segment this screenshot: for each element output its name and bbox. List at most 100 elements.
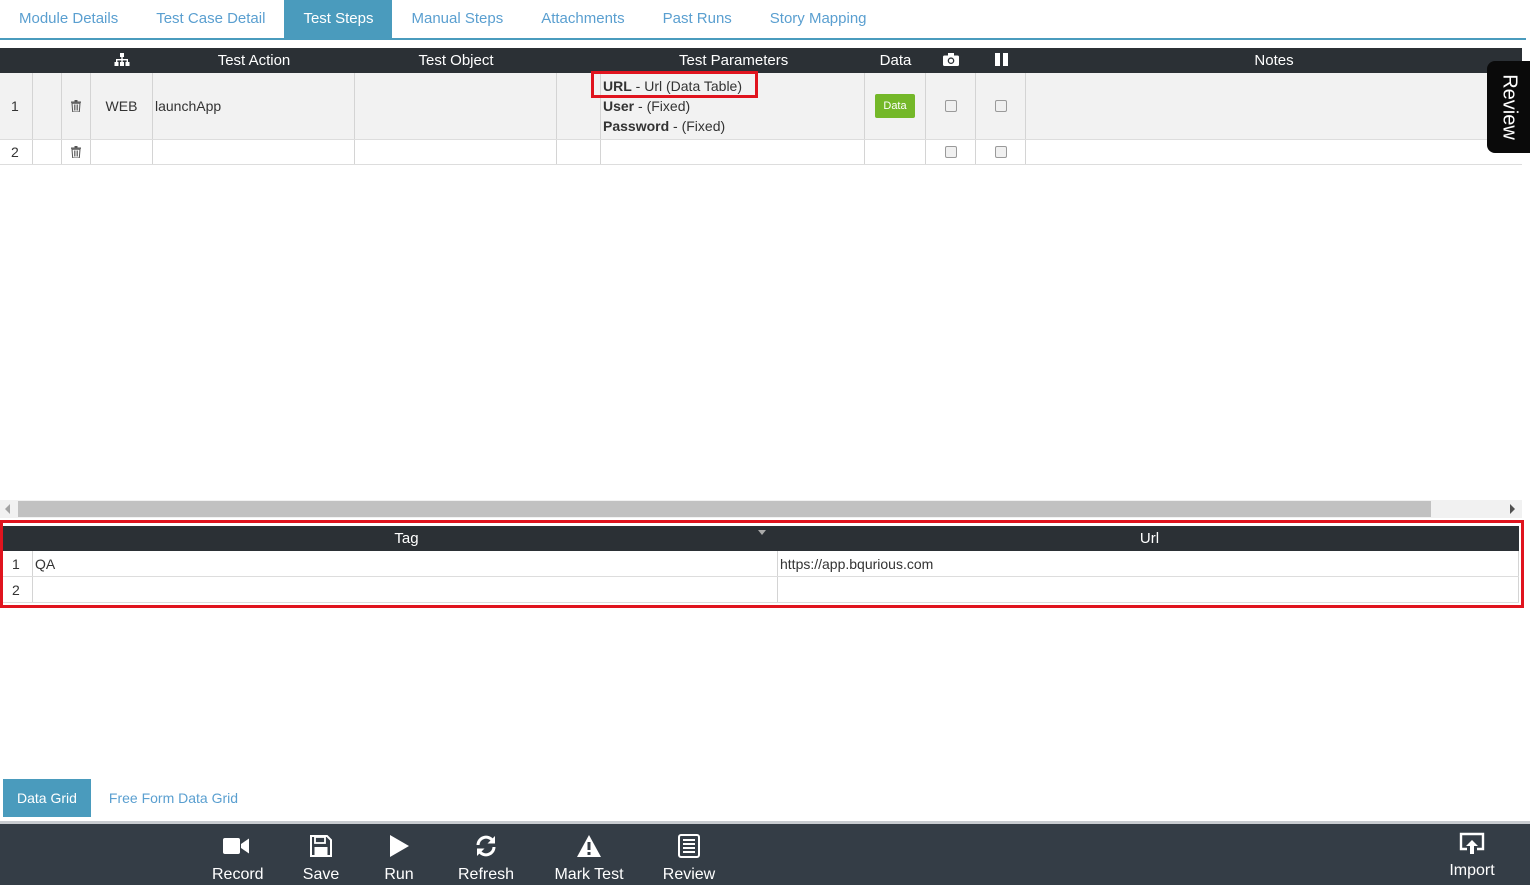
param-password[interactable]: Password - (Fixed): [603, 118, 725, 134]
video-camera-icon: [223, 838, 249, 854]
run-button[interactable]: Run: [382, 832, 416, 884]
pause-cell: [976, 73, 1026, 139]
tab-manual-steps[interactable]: Manual Steps: [392, 0, 522, 38]
data-cell[interactable]: [865, 140, 926, 164]
pause-checkbox[interactable]: [994, 100, 1007, 112]
data-grid-tabs: Data Grid Free Form Data Grid: [3, 779, 252, 817]
header-screenshot[interactable]: [926, 48, 976, 73]
trash-icon[interactable]: [71, 146, 81, 158]
tab-data-grid[interactable]: Data Grid: [3, 779, 91, 817]
notes-cell[interactable]: [1026, 73, 1522, 139]
import-label: Import: [1449, 862, 1495, 879]
tag-header-label: Tag: [394, 530, 419, 547]
screenshot-cell: [926, 73, 976, 139]
delete-row-cell[interactable]: [62, 73, 91, 139]
tab-test-steps[interactable]: Test Steps: [284, 0, 393, 38]
review-label: Review: [662, 866, 716, 883]
header-test-object[interactable]: Test Object: [355, 48, 557, 73]
mark-test-label: Mark Test: [554, 866, 624, 883]
scroll-right-arrow[interactable]: [1510, 504, 1515, 514]
scrollbar-thumb[interactable]: [18, 501, 1431, 517]
step-type-cell[interactable]: WEB: [91, 73, 153, 139]
header-data[interactable]: Data: [865, 48, 926, 73]
data-tag-cell[interactable]: [33, 577, 778, 602]
save-button[interactable]: Save: [302, 832, 340, 884]
data-grid-header-tag[interactable]: Tag: [33, 526, 778, 551]
tab-attachments[interactable]: Attachments: [522, 0, 643, 38]
bottom-toolbar: Record Save Run Refresh Mark Test Review…: [0, 821, 1530, 885]
import-icon: [1459, 832, 1485, 854]
step-row[interactable]: 1 WEB launchApp URL - Url (Data Table) U…: [0, 73, 1522, 140]
header-row-number: [0, 48, 33, 73]
review-side-tab[interactable]: Review: [1487, 61, 1530, 153]
data-grid-row[interactable]: 2: [3, 577, 1519, 603]
mark-test-button[interactable]: Mark Test: [554, 832, 624, 884]
camera-icon: [943, 53, 959, 66]
tab-module-details[interactable]: Module Details: [0, 0, 137, 38]
data-url-cell[interactable]: https://app.bqurious.com: [778, 551, 1519, 576]
row-blank-cell: [33, 73, 62, 139]
data-grid: Tag Url 1 QA https://app.bqurious.com 2: [3, 526, 1519, 603]
tab-free-form-data-grid[interactable]: Free Form Data Grid: [95, 779, 252, 817]
step-row[interactable]: 2: [0, 140, 1522, 165]
test-action-cell[interactable]: launchApp: [153, 73, 355, 139]
test-object-cell[interactable]: [355, 73, 557, 139]
header-test-parameters[interactable]: Test Parameters: [601, 48, 865, 73]
data-grid-row[interactable]: 1 QA https://app.bqurious.com: [3, 551, 1519, 577]
data-cell: Data: [865, 73, 926, 139]
test-parameters-cell[interactable]: [601, 140, 865, 164]
screenshot-checkbox[interactable]: [944, 100, 957, 112]
screenshot-cell: [926, 140, 976, 164]
data-button[interactable]: Data: [875, 94, 915, 118]
header-hierarchy[interactable]: [91, 48, 153, 73]
test-steps-grid: Test Action Test Object Test Parameters …: [0, 48, 1522, 165]
data-row-number: 1: [3, 551, 33, 576]
pause-icon: [994, 53, 1008, 66]
sort-caret-icon[interactable]: [758, 530, 766, 535]
gap-cell: [557, 140, 601, 164]
row-blank-cell: [33, 140, 62, 164]
review-side-tab-label: Review: [1498, 74, 1520, 140]
row-number: 1: [0, 73, 33, 139]
refresh-label: Refresh: [458, 866, 515, 883]
horizontal-scrollbar[interactable]: [0, 500, 1522, 518]
tab-test-case-detail[interactable]: Test Case Detail: [137, 0, 284, 38]
pause-checkbox[interactable]: [994, 146, 1007, 158]
param-user[interactable]: User - (Fixed): [603, 98, 690, 114]
header-gap: [557, 48, 601, 73]
steps-grid-header: Test Action Test Object Test Parameters …: [0, 48, 1522, 73]
data-grid-header: Tag Url: [3, 526, 1519, 551]
data-row-number: 2: [3, 577, 33, 602]
top-tab-bar: Module Details Test Case Detail Test Ste…: [0, 0, 1526, 40]
header-notes[interactable]: Notes: [1026, 48, 1522, 73]
header-pause[interactable]: [976, 48, 1026, 73]
import-button[interactable]: Import: [1448, 830, 1496, 880]
test-object-cell[interactable]: [355, 140, 557, 164]
trash-icon[interactable]: [71, 100, 81, 112]
tab-past-runs[interactable]: Past Runs: [644, 0, 751, 38]
step-type-cell[interactable]: [91, 140, 153, 164]
screenshot-checkbox[interactable]: [944, 146, 957, 158]
refresh-button[interactable]: Refresh: [458, 832, 514, 884]
header-test-action[interactable]: Test Action: [153, 48, 355, 73]
record-button[interactable]: Record: [212, 832, 264, 884]
hierarchy-icon: [114, 53, 130, 66]
notes-cell[interactable]: [1026, 140, 1522, 164]
data-tag-cell[interactable]: QA: [33, 551, 778, 576]
review-button[interactable]: Review: [662, 832, 716, 884]
test-action-cell[interactable]: [153, 140, 355, 164]
run-label: Run: [384, 866, 414, 883]
record-label: Record: [212, 866, 264, 883]
floppy-disk-icon: [310, 835, 332, 857]
tab-story-mapping[interactable]: Story Mapping: [751, 0, 886, 38]
delete-row-cell[interactable]: [62, 140, 91, 164]
refresh-icon: [476, 835, 496, 857]
scroll-left-arrow[interactable]: [5, 504, 10, 514]
header-blank: [33, 48, 62, 73]
data-url-cell[interactable]: [778, 577, 1519, 602]
pause-cell: [976, 140, 1026, 164]
url-param-highlight: [591, 71, 758, 98]
row-number: 2: [0, 140, 33, 164]
data-grid-header-url[interactable]: Url: [778, 526, 1519, 551]
save-label: Save: [302, 866, 340, 883]
